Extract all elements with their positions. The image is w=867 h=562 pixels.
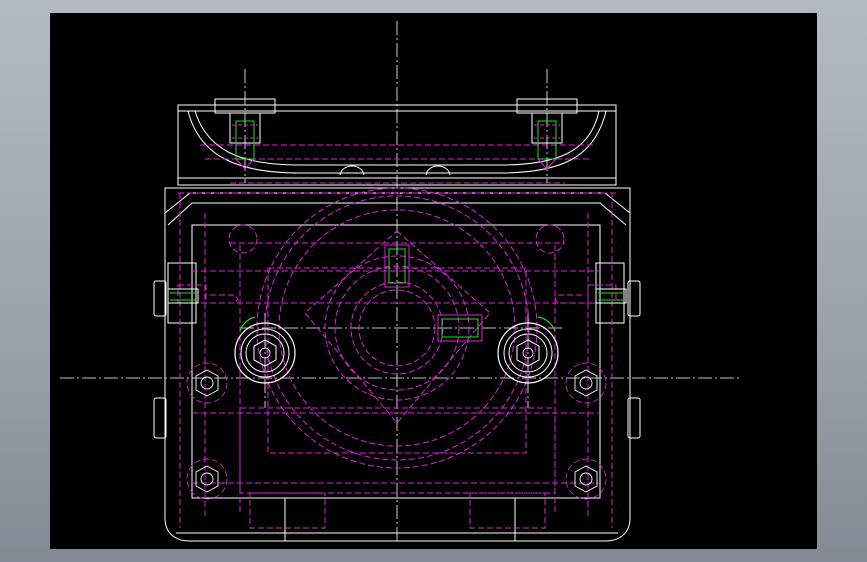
- hex-nut-icon: [186, 458, 228, 500]
- main-body-shell: [164, 187, 631, 542]
- hex-nut-icon: [186, 362, 228, 404]
- corner-boss-top-left: [228, 224, 258, 254]
- side-flange-left-lower: [153, 397, 167, 439]
- side-flange-left-upper: [153, 280, 167, 317]
- side-screw-left: [167, 288, 199, 304]
- cover-bump-1: [339, 165, 365, 176]
- cad-drawing: [60, 21, 740, 543]
- housing-lower-pocket: [239, 407, 556, 494]
- corner-boss-top-right: [535, 224, 565, 254]
- hub-diamond: [304, 230, 491, 424]
- cover-bump-2: [425, 165, 451, 176]
- cad-drawing-viewport[interactable]: [50, 13, 817, 549]
